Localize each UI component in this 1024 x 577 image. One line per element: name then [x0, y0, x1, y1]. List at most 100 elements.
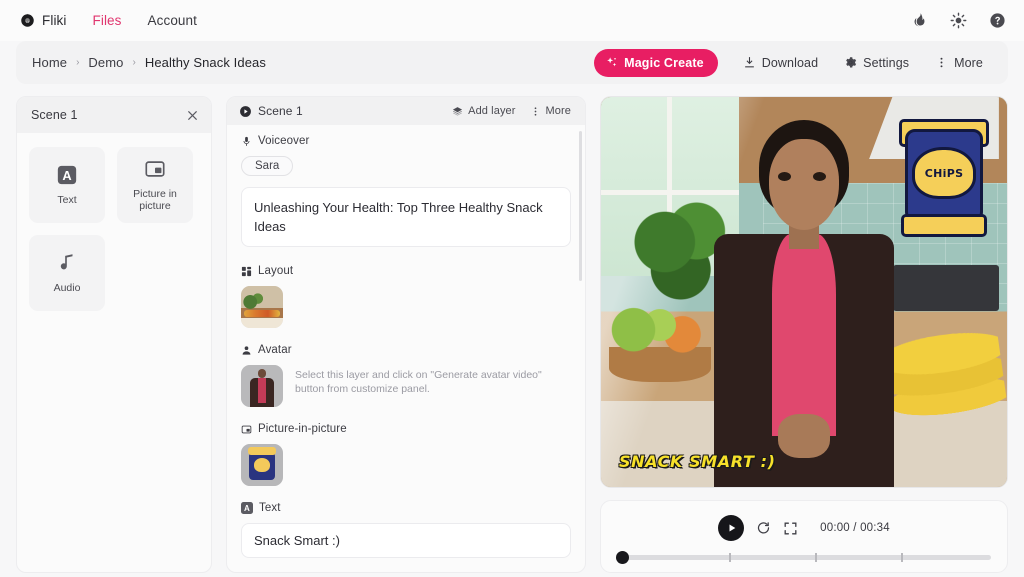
dots-vertical-icon: [935, 56, 948, 69]
player-buttons-row: 00:00 / 00:34: [615, 515, 993, 541]
left-panel-header: Scene 1: [17, 97, 211, 133]
toolbar-actions: Magic Create Download Settings More: [594, 48, 994, 77]
player-progress-track[interactable]: [616, 551, 991, 564]
layout-section-label: Layout: [241, 265, 571, 277]
dots-vertical-icon: [530, 106, 541, 117]
layout-section: Layout: [241, 265, 571, 328]
text-layer-input[interactable]: Snack Smart :): [241, 523, 571, 558]
video-preview[interactable]: CHiPS SNACK SMART :): [600, 96, 1008, 488]
text-section-label: A Text: [241, 502, 571, 514]
layer-card-grid: A Text Picture in picture Audio: [29, 147, 199, 311]
scene-editor-header: Scene 1 Add layer More: [227, 97, 585, 125]
text-a-icon: A: [56, 164, 78, 186]
avatar-section: Avatar Select this layer and click on "G…: [241, 344, 571, 407]
add-text-layer-card[interactable]: A Text: [29, 147, 105, 223]
settings-label: Settings: [863, 55, 910, 70]
add-layer-label: Add layer: [468, 105, 516, 117]
brightness-sun-icon[interactable]: [950, 12, 967, 29]
player-timestamp: 00:00 / 00:34: [820, 522, 890, 534]
fullscreen-icon[interactable]: [783, 521, 798, 536]
layout-thumbnail-kitchen[interactable]: [241, 286, 283, 328]
add-audio-layer-card[interactable]: Audio: [29, 235, 105, 311]
chips-bag-label: CHiPS: [924, 166, 964, 180]
main-content: Scene 1 A Text Picture in picture Audio …: [0, 84, 1024, 573]
avatar-thumbnail-art: [241, 365, 283, 407]
play-button[interactable]: [718, 515, 745, 541]
more-button[interactable]: More: [924, 51, 994, 75]
nav-link-account[interactable]: Account: [148, 13, 197, 28]
pip-thumbnail-chips-bag[interactable]: [241, 444, 283, 486]
voiceover-label: Voiceover: [258, 135, 310, 147]
add-layer-button[interactable]: Add layer: [448, 103, 519, 119]
chips-bag-overlay: CHiPS: [897, 109, 990, 238]
scene-editor-scrollbar[interactable]: [579, 131, 582, 281]
layout-label: Layout: [258, 265, 294, 277]
breadcrumb: Home › Demo › Healthy Snack Ideas: [32, 55, 266, 70]
presenter-hands: [777, 413, 831, 458]
breadcrumb-item-home[interactable]: Home: [32, 55, 67, 70]
scene-more-label: More: [545, 105, 571, 117]
top-navigation-bar: Fliki Files Account: [0, 0, 1024, 41]
audio-card-label: Audio: [53, 282, 81, 294]
chips-bag-top-shape: [247, 447, 277, 455]
voiceover-script-textarea[interactable]: Unleashing Your Health: Top Three Health…: [241, 187, 571, 247]
avatar-shirt-shape: [258, 378, 266, 404]
download-icon: [743, 56, 756, 69]
pip-section: Picture-in-picture: [241, 423, 571, 486]
layers-icon: [452, 106, 463, 117]
text-a-icon: A: [241, 502, 253, 514]
help-circle-icon[interactable]: [989, 12, 1006, 29]
preview-panel: CHiPS SNACK SMART :) 00:00 / 00:34: [600, 96, 1008, 573]
picture-in-picture-icon: [144, 158, 166, 180]
voiceover-section-label: Voiceover: [241, 135, 571, 147]
pip-card-label: Picture in picture: [133, 188, 177, 212]
stove-top: [893, 264, 999, 312]
voice-chip-sara[interactable]: Sara: [241, 156, 294, 176]
avatar-row: Select this layer and click on "Generate…: [241, 365, 571, 407]
presenter-left-eye: [777, 171, 791, 181]
download-label: Download: [761, 55, 819, 70]
breadcrumb-item-demo[interactable]: Demo: [88, 55, 123, 70]
progress-handle[interactable]: [616, 551, 629, 564]
magic-create-button[interactable]: Magic Create: [594, 48, 718, 77]
avatar-section-label: Avatar: [241, 344, 571, 356]
gear-icon: [844, 56, 857, 69]
play-icon: [725, 523, 737, 533]
layout-grid-icon: [241, 266, 252, 277]
chips-bag-heart: CHiPS: [912, 147, 976, 199]
scene-editor-body: Voiceover Sara Unleashing Your Health: T…: [227, 125, 585, 572]
scene-editor-title: Scene 1: [258, 104, 303, 118]
settings-button[interactable]: Settings: [833, 51, 920, 75]
avatar-head-shape: [257, 369, 267, 378]
picture-in-picture-icon: [241, 424, 252, 435]
person-icon: [241, 345, 252, 356]
presenter-face: [768, 138, 840, 231]
add-pip-layer-card[interactable]: Picture in picture: [117, 147, 193, 223]
chips-bag-bottom: [901, 214, 988, 238]
replay-icon[interactable]: [756, 521, 771, 536]
bananas: [882, 315, 1007, 440]
flame-icon[interactable]: [911, 12, 928, 29]
play-circle-icon[interactable]: [239, 105, 252, 118]
presenter-shirt: [772, 234, 836, 436]
brand-logo[interactable]: Fliki: [20, 13, 67, 28]
download-button[interactable]: Download: [732, 51, 829, 75]
avatar-thumbnail[interactable]: [241, 365, 283, 407]
brand-name: Fliki: [42, 13, 67, 28]
pip-thumbnail-art: [241, 444, 283, 486]
text-label: Text: [259, 502, 281, 514]
pip-label: Picture-in-picture: [258, 423, 347, 435]
microphone-icon: [241, 136, 252, 147]
close-icon[interactable]: [186, 109, 199, 122]
avatar-label: Avatar: [258, 344, 292, 356]
nav-link-files[interactable]: Files: [93, 13, 122, 28]
breadcrumb-item-current[interactable]: Healthy Snack Ideas: [145, 55, 266, 70]
pip-section-label: Picture-in-picture: [241, 423, 571, 435]
scene-editor-panel: Scene 1 Add layer More Voiceover Sara Un…: [226, 96, 586, 573]
avatar-presenter: [711, 120, 898, 487]
music-note-icon: [56, 252, 78, 274]
fruit-pile: [609, 299, 707, 367]
scene-more-button[interactable]: More: [526, 103, 575, 119]
topnav-icon-group: [911, 12, 1006, 29]
chips-bag-heart-shape: [254, 458, 270, 472]
